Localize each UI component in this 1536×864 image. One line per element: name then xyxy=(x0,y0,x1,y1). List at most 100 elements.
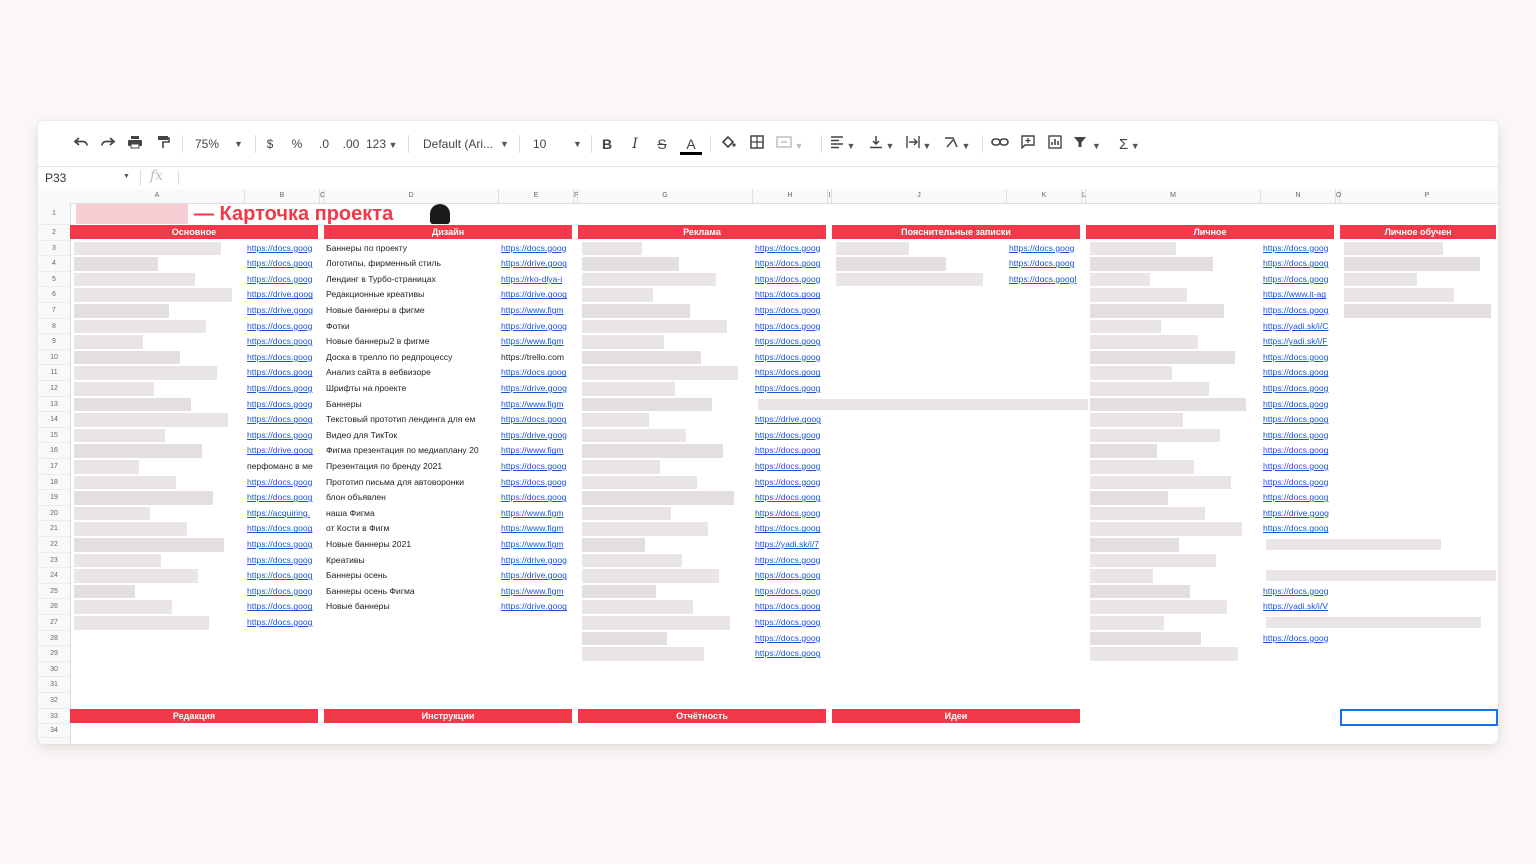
cell-link[interactable]: https://docs.goog xyxy=(247,365,319,380)
percent-button[interactable]: % xyxy=(290,133,304,155)
insert-chart-icon[interactable] xyxy=(1045,133,1065,155)
row-header[interactable]: 30 xyxy=(38,662,70,678)
cell-link[interactable]: https://docs.goog xyxy=(1263,397,1335,412)
row-header[interactable]: 34 xyxy=(38,724,70,739)
row-header[interactable]: 27 xyxy=(38,615,70,631)
cell-link[interactable]: https://docs.goog xyxy=(755,303,827,318)
cell-link[interactable]: https://docs.goog xyxy=(755,553,827,568)
cell-link[interactable]: https://docs.goog xyxy=(247,397,319,412)
row-header[interactable]: 10 xyxy=(38,350,70,366)
functions-button[interactable]: Σ ▼ xyxy=(1119,133,1149,155)
currency-button[interactable]: $ xyxy=(263,133,277,155)
cell-link[interactable]: https://drive.goog xyxy=(1263,506,1335,521)
cell-link[interactable]: https://docs.goog xyxy=(1263,350,1335,365)
cell-link[interactable]: https://docs.goog xyxy=(1263,241,1335,256)
column-header[interactable]: K xyxy=(1007,189,1082,203)
row-header[interactable]: 19 xyxy=(38,490,70,506)
cell-link[interactable]: https://docs.goog xyxy=(501,241,573,256)
cell-link[interactable]: https://drive.goog xyxy=(247,287,319,302)
bold-button[interactable]: B xyxy=(598,133,616,155)
cell-link[interactable]: https://docs.goog xyxy=(1263,631,1335,646)
cell-link[interactable]: https://docs.goog xyxy=(247,521,319,536)
cell-link[interactable]: https://drive.goog xyxy=(501,599,573,614)
cell-link[interactable]: https://yadi.sk/i/C xyxy=(1263,319,1335,334)
cell-link[interactable]: https://docs.goog xyxy=(755,365,827,380)
cell-link[interactable]: https://docs.goog xyxy=(247,272,319,287)
row-header[interactable]: 2 xyxy=(38,225,70,241)
redo-icon[interactable] xyxy=(98,133,118,155)
cell-link[interactable]: https://docs.goog xyxy=(755,381,827,396)
selected-cell[interactable] xyxy=(1340,708,1498,727)
cell-link[interactable]: https://docs.goog xyxy=(247,319,319,334)
column-header[interactable]: A xyxy=(70,189,245,203)
cell-link[interactable]: https://docs.goog xyxy=(247,490,319,505)
cell-link[interactable]: https://www.figm xyxy=(501,334,573,349)
column-header[interactable]: P xyxy=(1340,189,1498,203)
italic-button[interactable]: I xyxy=(626,133,644,155)
row-header[interactable]: 31 xyxy=(38,677,70,693)
cell-link[interactable]: https://docs.goog xyxy=(1263,381,1335,396)
row-header[interactable]: 4 xyxy=(38,256,70,272)
row-header[interactable]: 3 xyxy=(38,241,70,257)
cell-link[interactable]: https://docs.goog xyxy=(755,319,827,334)
cell-link[interactable]: https://docs.goog xyxy=(247,599,319,614)
cell-link[interactable]: https://www.figm xyxy=(501,506,573,521)
zoom-select[interactable]: 75% ▼ xyxy=(188,133,248,155)
cell-link[interactable]: https://yadi.sk/i/V xyxy=(1263,599,1335,614)
decrease-decimal-button[interactable]: .0 xyxy=(314,133,334,155)
cell-link[interactable]: https://docs.goog xyxy=(247,412,319,427)
row-header[interactable]: 25 xyxy=(38,584,70,600)
cell-link[interactable]: https://docs.goog xyxy=(1263,521,1335,536)
cell-link[interactable]: https://www.figm xyxy=(501,397,573,412)
row-header[interactable]: 16 xyxy=(38,443,70,459)
row-header[interactable]: 32 xyxy=(38,693,70,709)
cell-link[interactable]: https://docs.goog xyxy=(755,506,827,521)
cell-link[interactable]: https://drive.goog xyxy=(247,303,319,318)
row-header[interactable]: 18 xyxy=(38,475,70,491)
cell-link[interactable]: https://drive.goog xyxy=(501,568,573,583)
cell-link[interactable]: https://docs.goog xyxy=(247,256,319,271)
cell-link[interactable]: https://docs.goog xyxy=(1263,428,1335,443)
row-header[interactable]: 33 xyxy=(38,709,70,725)
cell-link[interactable]: https://docs.goog xyxy=(247,584,319,599)
cell-link[interactable]: https://docs.goog xyxy=(1263,412,1335,427)
cell-link[interactable]: https://docs.goog xyxy=(755,256,827,271)
cell-link[interactable]: https://drive.goog xyxy=(501,381,573,396)
cell-link[interactable]: https://docs.goog xyxy=(247,241,319,256)
cell-link[interactable]: https://docs.goog xyxy=(755,350,827,365)
filter-icon[interactable]: ▼ xyxy=(1073,133,1109,155)
cell-link[interactable]: https://www.figm xyxy=(501,443,573,458)
column-header[interactable]: M xyxy=(1086,189,1261,203)
cell-link[interactable]: https://docs.goog xyxy=(1263,459,1335,474)
cell-link[interactable]: https://docs.goog xyxy=(1263,365,1335,380)
cell-link[interactable]: https://docs.goog xyxy=(755,599,827,614)
row-header[interactable]: 6 xyxy=(38,287,70,303)
text-color-button[interactable]: A xyxy=(680,133,702,155)
cell-link[interactable]: https://acquiring. xyxy=(247,506,319,521)
row-header[interactable]: 14 xyxy=(38,412,70,428)
cell-link[interactable]: https://drive.goog xyxy=(755,412,827,427)
print-icon[interactable] xyxy=(125,133,145,155)
cell-link[interactable]: https://rko-dlya-i xyxy=(501,272,573,287)
row-header[interactable]: 26 xyxy=(38,599,70,615)
cell-link[interactable]: https://docs.goog xyxy=(501,412,573,427)
cell-link[interactable]: https://docs.goog xyxy=(755,521,827,536)
cell-link[interactable]: https://docs.goog xyxy=(755,475,827,490)
cell-link[interactable]: https://docs.goog xyxy=(247,428,319,443)
cell-link[interactable]: https://www.figm xyxy=(501,521,573,536)
cell-link[interactable]: https://docs.goog xyxy=(755,428,827,443)
row-header[interactable]: 1 xyxy=(38,203,70,225)
row-header[interactable]: 28 xyxy=(38,631,70,647)
cell-link[interactable]: https://docs.goog xyxy=(1009,256,1081,271)
cell-link[interactable]: https://docs.goog xyxy=(755,615,827,630)
row-header[interactable]: 12 xyxy=(38,381,70,397)
cell-link[interactable]: https://docs.goog xyxy=(247,553,319,568)
cell-link[interactable]: https://www.figm xyxy=(501,303,573,318)
cell-link[interactable]: https://docs.goog xyxy=(501,490,573,505)
column-header[interactable]: N xyxy=(1261,189,1336,203)
column-header[interactable]: B xyxy=(245,189,320,203)
cell-link[interactable]: https://docs.goog xyxy=(755,287,827,302)
cell-link[interactable]: https://docs.goog xyxy=(247,334,319,349)
cell-link[interactable]: https://docs.goog xyxy=(1263,475,1335,490)
cell-link[interactable]: https://docs.goog xyxy=(755,241,827,256)
